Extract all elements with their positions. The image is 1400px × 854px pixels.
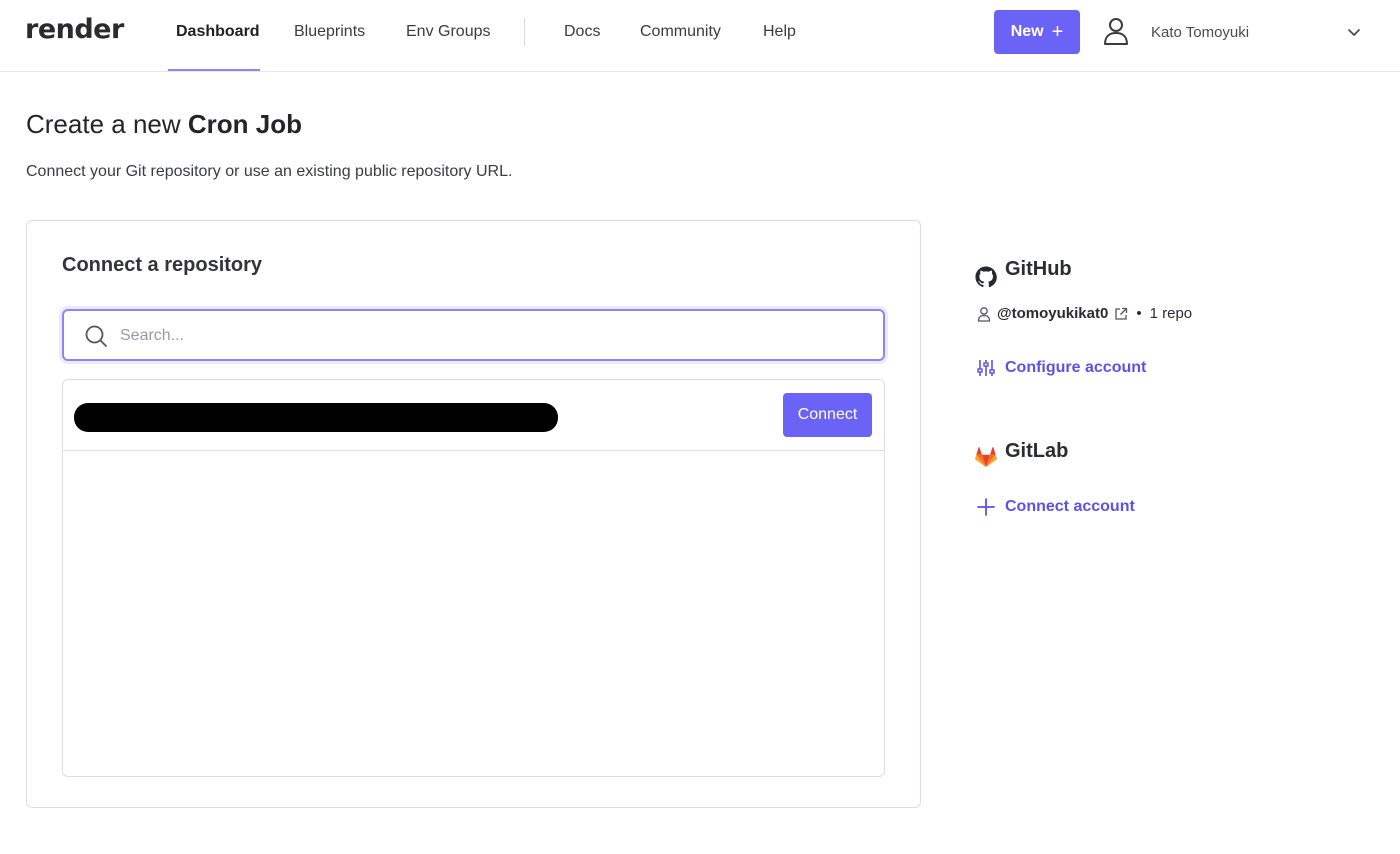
connect-repository-title: Connect a repository — [62, 254, 263, 276]
page-title-service: Cron Job — [187, 109, 302, 139]
chevron-down-icon[interactable] — [1346, 24, 1362, 40]
repository-list: Connect — [62, 379, 885, 777]
page-title: Create a new Cron Job — [26, 109, 302, 140]
connect-repo-button[interactable]: Connect — [783, 393, 872, 437]
nav-dashboard[interactable]: Dashboard — [176, 22, 260, 42]
list-item: Connect — [63, 380, 884, 451]
configure-account-link[interactable]: Configure account — [977, 359, 1146, 377]
user-avatar-icon[interactable] — [1102, 16, 1130, 46]
sliders-icon — [977, 360, 995, 376]
connect-gitlab-link[interactable]: Connect account — [977, 498, 1135, 516]
plus-icon: + — [1051, 21, 1064, 43]
nav-docs[interactable]: Docs — [564, 22, 600, 42]
github-repo-count: 1 repo — [1149, 305, 1193, 322]
separator-dot: • — [1136, 305, 1142, 322]
repository-search-input[interactable] — [120, 323, 860, 349]
new-button[interactable]: New + — [994, 10, 1080, 54]
nav-blueprints[interactable]: Blueprints — [294, 22, 365, 42]
gitlab-icon — [975, 447, 997, 468]
nav-env-groups[interactable]: Env Groups — [406, 22, 490, 42]
page-title-prefix: Create a new — [26, 109, 181, 139]
active-nav-indicator — [168, 69, 260, 71]
github-account-line: @tomoyukikat0 • 1 repo — [977, 305, 1192, 322]
page-subtitle: Connect your Git repository or use an ex… — [26, 163, 513, 180]
configure-account-label: Configure account — [1005, 359, 1147, 376]
user-icon — [977, 306, 991, 322]
plus-icon — [977, 498, 995, 516]
top-navbar: render Dashboard Blueprints Env Groups D… — [0, 0, 1400, 72]
repository-search-box[interactable] — [62, 309, 885, 361]
nav-help[interactable]: Help — [763, 22, 796, 42]
search-icon — [85, 325, 107, 347]
connect-account-label: Connect account — [1005, 498, 1135, 515]
github-handle[interactable]: @tomoyukikat0 — [997, 305, 1108, 322]
external-link-icon[interactable] — [1114, 307, 1128, 321]
redacted-repository-name — [74, 403, 558, 432]
github-icon — [975, 266, 997, 288]
nav-divider — [524, 18, 525, 46]
github-title: GitHub — [1005, 258, 1072, 280]
new-button-label: New — [1010, 23, 1044, 40]
user-name[interactable]: Kato Tomoyuki — [1151, 24, 1249, 41]
nav-community[interactable]: Community — [640, 22, 721, 42]
gitlab-title: GitLab — [1005, 440, 1069, 462]
render-logo[interactable]: render — [25, 14, 124, 45]
